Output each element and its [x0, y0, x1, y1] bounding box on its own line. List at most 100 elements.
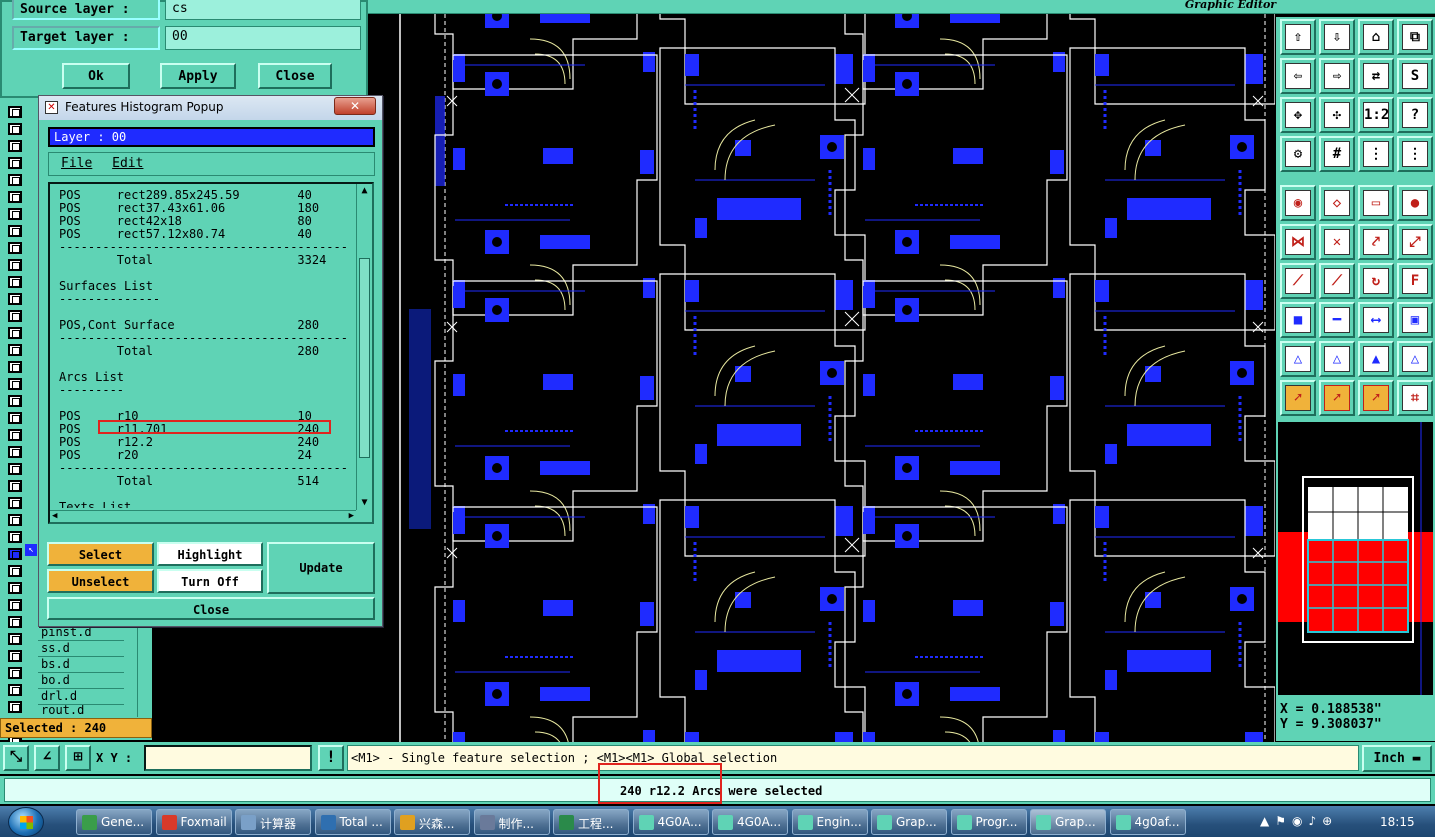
layer-toggle-checkbox[interactable] [8, 395, 22, 407]
pad-red-icon[interactable]: ■ [1280, 302, 1316, 338]
grid-icon[interactable]: # [1319, 136, 1355, 172]
arc-icon[interactable]: ⤤ [1358, 224, 1394, 260]
scale-1-2-icon[interactable]: 1:2 [1358, 97, 1394, 133]
select-poly-icon[interactable]: ➚ [1358, 380, 1394, 416]
taskbar-item[interactable]: Total ... [314, 809, 391, 835]
scroll-thumb[interactable] [359, 258, 370, 458]
select-pointer-icon[interactable]: ➚ [1280, 380, 1316, 416]
popup-close-button[interactable]: Close [47, 597, 375, 620]
layer-scrollbar[interactable] [137, 625, 150, 717]
layer-toggle-checkbox[interactable] [8, 616, 22, 628]
overview-map[interactable] [1276, 420, 1435, 697]
layer-toggle-checkbox[interactable] [8, 514, 22, 526]
alert-icon[interactable]: ! [318, 745, 344, 771]
zoom-fit-icon[interactable]: ⤡ [3, 745, 29, 771]
fit-icon[interactable]: ⧉ [1397, 19, 1433, 55]
flip-text-icon[interactable]: F [1397, 263, 1433, 299]
layer-toggle-checkbox[interactable] [8, 157, 22, 169]
connect-icon[interactable]: ⋈ [1280, 224, 1316, 260]
apply-button[interactable]: Apply [160, 63, 236, 89]
menu-file[interactable]: File [61, 156, 92, 171]
units-select[interactable]: Inch ▬ [1362, 745, 1432, 772]
ruler-icon[interactable]: ▭ [1358, 185, 1394, 221]
scroll-down-icon[interactable]: ▼ [357, 496, 372, 510]
mirror-icon[interactable]: ⇄ [1358, 58, 1394, 94]
turn-off-button[interactable]: Turn Off [157, 569, 263, 593]
histogram-text-area[interactable]: POS rect289.85x245.59 40 POS rect37.43x61… [48, 182, 374, 524]
layer-item[interactable]: bs.d [38, 657, 124, 673]
taskbar-item[interactable]: 兴森... [394, 809, 470, 835]
layer-toggle-checkbox[interactable] [8, 361, 22, 373]
pointer-icon[interactable]: ↖ [25, 544, 37, 556]
grid-snap-icon[interactable]: ⊞ [65, 745, 91, 771]
select-net-icon[interactable]: ⌗ [1397, 380, 1433, 416]
layer-toggle-checkbox[interactable] [8, 412, 22, 424]
layer-toggle-checkbox[interactable] [8, 191, 22, 203]
move-down-icon[interactable]: ⇩ [1319, 19, 1355, 55]
layer-toggle-checkbox[interactable] [8, 650, 22, 662]
select-box-icon[interactable]: ➚ [1319, 380, 1355, 416]
route-icon[interactable]: ⋮ [1358, 136, 1394, 172]
target-layer-field[interactable]: 00 [165, 26, 361, 50]
layer-toggle-checkbox[interactable] [8, 225, 22, 237]
start-button[interactable] [8, 807, 44, 837]
layer-toggle-checkbox[interactable] [8, 344, 22, 356]
menu-edit[interactable]: Edit [112, 156, 143, 171]
line-red-icon[interactable]: ━ [1319, 302, 1355, 338]
layer-toggle-checkbox[interactable] [8, 667, 22, 679]
taskbar-item[interactable]: 计算器 [235, 809, 311, 835]
line-angle-icon[interactable]: ⟋ [1280, 263, 1316, 299]
layer-toggle-checkbox[interactable] [8, 174, 22, 186]
taskbar-item[interactable]: Progr... [950, 809, 1027, 835]
add-pad-icon[interactable]: ◉ [1280, 185, 1316, 221]
layer-toggle-checkbox[interactable] [8, 684, 22, 696]
unselect-button[interactable]: Unselect [47, 569, 154, 593]
layer-toggle-checkbox[interactable] [8, 531, 22, 543]
layer-toggle-checkbox[interactable] [8, 123, 22, 135]
layer-toggle-checkbox[interactable] [8, 463, 22, 475]
layer-toggle-checkbox[interactable] [8, 310, 22, 322]
measure-icon[interactable]: ∠ [34, 745, 60, 771]
triangle-bold-icon[interactable]: ▲ [1358, 341, 1394, 377]
layer-toggle-checkbox[interactable] [8, 599, 22, 611]
layer-toggle-checkbox[interactable] [8, 480, 22, 492]
layer-toggle-checkbox[interactable] [8, 140, 22, 152]
scroll-up-icon[interactable]: ▲ [357, 184, 372, 198]
home-icon[interactable]: ⌂ [1358, 19, 1394, 55]
layer-toggle-checkbox[interactable] [8, 242, 22, 254]
layer-item[interactable]: bo.d [38, 673, 124, 689]
triangle-icon[interactable]: △ [1280, 341, 1316, 377]
layer-toggle-checkbox[interactable] [8, 548, 22, 560]
taskbar-item[interactable]: Foxmail [155, 809, 232, 835]
shape-icon[interactable]: ▣ [1397, 302, 1433, 338]
layer-item[interactable]: rout.d [38, 705, 124, 715]
move-up-icon[interactable]: ⇧ [1280, 19, 1316, 55]
wrench-icon[interactable]: ⚙ [1280, 136, 1316, 172]
line-edit-icon[interactable]: ⟋ [1319, 263, 1355, 299]
taskbar-item[interactable]: Grap... [1030, 809, 1106, 835]
layer-toggle-checkbox[interactable] [8, 701, 22, 713]
move-left-icon[interactable]: ⇦ [1280, 58, 1316, 94]
tray-icons[interactable]: ▲⚑◉♪⊕ [1260, 814, 1375, 830]
taskbar-item[interactable]: 4G0A... [632, 809, 709, 835]
taskbar-item[interactable]: Gene... [76, 809, 152, 835]
close-button[interactable]: Close [258, 63, 332, 89]
layer-toggle-checkbox[interactable] [8, 259, 22, 271]
select-button[interactable]: Select [47, 542, 154, 566]
add-line-icon[interactable]: ◇ [1319, 185, 1355, 221]
layer-toggle-checkbox[interactable] [8, 497, 22, 509]
clock[interactable]: 18:15 [1380, 815, 1415, 829]
drill-icon[interactable]: ● [1397, 185, 1433, 221]
taskbar-item[interactable]: Engin... [791, 809, 868, 835]
layer-toggle-checkbox[interactable] [8, 565, 22, 577]
net-icon[interactable]: ⋮ [1397, 136, 1433, 172]
triangle-edit-icon[interactable]: △ [1397, 341, 1433, 377]
layer-toggle-checkbox[interactable] [8, 276, 22, 288]
layer-item[interactable]: drl.d [38, 689, 124, 705]
horizontal-scrollbar[interactable]: ◀ ▶ [50, 510, 356, 522]
taskbar-item[interactable]: 4G0A... [712, 809, 788, 835]
cross-icon[interactable]: ✕ [1319, 224, 1355, 260]
center-icon[interactable]: ✣ [1319, 97, 1355, 133]
triangle-alt-icon[interactable]: △ [1319, 341, 1355, 377]
scroll-right-icon[interactable]: ▶ [349, 511, 354, 522]
